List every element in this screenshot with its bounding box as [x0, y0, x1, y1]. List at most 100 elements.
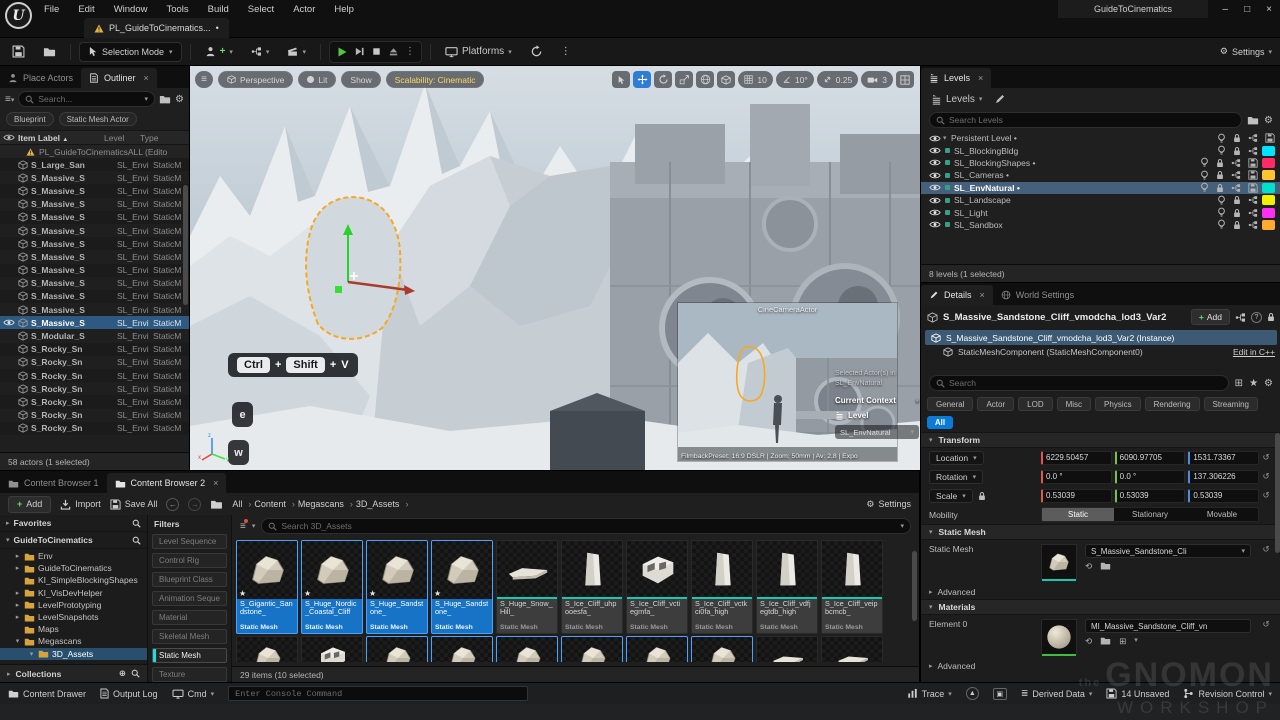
save-level-icon[interactable] [1248, 183, 1258, 193]
add-asset-button[interactable]: +Add [8, 496, 51, 513]
scale-dropdown[interactable]: Scale▾ [929, 489, 973, 503]
rotation-x-field[interactable]: 0.0 ° [1041, 470, 1112, 484]
menu-item[interactable]: Help [334, 4, 354, 15]
maximize-viewport-icon[interactable] [896, 71, 914, 88]
mobility-option[interactable]: Movable [1186, 508, 1258, 521]
level-color-chip[interactable] [1262, 170, 1275, 180]
edit-level-pencil-icon[interactable] [994, 93, 1006, 105]
level-row[interactable]: ▾ SL_BlockingShapes • [921, 157, 1280, 169]
lighting-bulb-icon[interactable] [1200, 157, 1209, 168]
blueprint-icon[interactable] [1248, 220, 1258, 230]
outliner-actor-row[interactable]: S_Massive_S SL_Envi StaticM [0, 250, 189, 263]
reset-static-mesh-icon[interactable]: ↺ [1259, 544, 1273, 580]
blueprint-icon[interactable] [1248, 133, 1258, 143]
filter-pill[interactable]: Texture [152, 667, 227, 682]
expand-caret-icon[interactable]: ▸ [14, 613, 21, 621]
category-chip[interactable]: Actor [977, 397, 1014, 411]
filter-pill[interactable]: Animation Seque [152, 591, 227, 606]
rotation-dropdown[interactable]: Rotation▾ [929, 470, 983, 484]
lighting-bulb-icon[interactable] [1200, 170, 1209, 181]
levels-settings-gear-icon[interactable]: ⚙ [1264, 115, 1273, 126]
level-row[interactable]: ▾ Persistent Level • [921, 132, 1280, 144]
column-item-label[interactable]: Item Label ▲ [18, 133, 104, 143]
menu-item[interactable]: Edit [78, 4, 94, 15]
tab-content-browser-2[interactable]: Content Browser 2 × [107, 473, 227, 493]
tab-world-settings[interactable]: World Settings [993, 285, 1082, 305]
save-level-icon[interactable] [1248, 170, 1258, 180]
level-viewport[interactable]: ≡ Perspective Lit Show Scalability: Cine… [190, 66, 920, 470]
eye-icon[interactable] [927, 196, 943, 205]
outliner-root-row[interactable]: PL_GuideToCinematicsALL (Edito [0, 145, 189, 158]
static-mesh-asset-dropdown[interactable]: S_Massive_Sandstone_Cli▾ [1085, 544, 1251, 558]
menu-item[interactable]: Actor [293, 4, 315, 15]
lighting-bulb-icon[interactable] [1217, 145, 1226, 156]
expand-caret-icon[interactable]: ▸ [14, 552, 21, 560]
eye-icon[interactable] [927, 146, 943, 155]
blueprints-dropdown[interactable]: ▾ [245, 42, 276, 62]
filter-pill[interactable]: Skeletal Mesh [152, 629, 227, 644]
eject-button[interactable] [388, 46, 399, 57]
outliner-actor-row[interactable]: S_Massive_S SL_Envi StaticM [0, 198, 189, 211]
play-button[interactable] [336, 46, 348, 58]
snapshot-status-icon[interactable]: ▣ [993, 688, 1007, 700]
outliner-actor-row[interactable]: S_Massive_S SL_Envi StaticM [0, 224, 189, 237]
add-collection-icon[interactable]: ⊕ [119, 668, 126, 679]
transform-section-header[interactable]: ▾Transform [921, 432, 1280, 448]
tab-content-browser-1[interactable]: Content Browser 1 [0, 473, 107, 493]
asset-tile[interactable]: ★ S_Ice_Cliff_veipbcmcb_ Static Mesh [821, 540, 883, 634]
filter-pill[interactable]: Control Rig [152, 553, 227, 568]
selection-mode-dropdown[interactable]: Selection Mode ▾ [79, 42, 182, 62]
menu-item[interactable]: Window [114, 4, 148, 15]
details-scrollbar[interactable] [1275, 433, 1280, 553]
grid-snap-toggle[interactable]: 10 [738, 71, 772, 88]
move-tool-icon[interactable] [633, 71, 651, 88]
outliner-actor-row[interactable]: S_Massive_S SL_Envi StaticM [0, 171, 189, 184]
location-y-field[interactable]: 6090.97705 [1115, 451, 1186, 465]
outliner-scrollbar[interactable] [183, 185, 188, 305]
materials-advanced-row[interactable]: ▸Advanced [921, 659, 1280, 672]
lock-icon[interactable] [1233, 195, 1241, 205]
breadcrumb-item[interactable]: Content [254, 499, 295, 509]
asset-tile[interactable]: ★ S_Ice_Cliff_vctkci0fa_high Static Mesh [691, 540, 753, 634]
close-icon[interactable]: × [213, 478, 218, 488]
category-chip[interactable]: LOD [1018, 397, 1052, 411]
reset-location-icon[interactable]: ↺ [1259, 452, 1273, 463]
lit-dropdown[interactable]: Lit [298, 71, 336, 88]
asset-tile[interactable]: ★ S_Huge_Sandstone_ Static Mesh [431, 540, 493, 634]
outliner-actor-row[interactable]: S_Massive_S SL_Envi StaticM [0, 290, 189, 303]
blueprint-icon[interactable] [1231, 158, 1241, 168]
expand-caret-icon[interactable]: ▸ [14, 601, 21, 609]
blueprint-icon[interactable] [1248, 195, 1258, 205]
source-control-icon[interactable] [37, 42, 62, 62]
static-mesh-section-header[interactable]: ▾Static Mesh [921, 524, 1280, 540]
browse-to-asset-icon[interactable] [1100, 636, 1111, 647]
lock-icon[interactable] [1233, 133, 1241, 143]
outliner-actor-row[interactable]: S_Large_San SL_Envi StaticM [0, 158, 189, 171]
grid-snap-value[interactable]: 10 [757, 75, 766, 85]
outliner-actor-row[interactable]: S_Rocky_Sn SL_Envi StaticM [0, 369, 189, 382]
scale-x-field[interactable]: 0.53039 [1041, 489, 1112, 503]
editor-settings-dropdown[interactable]: ⚙ Settings ▾ [1220, 46, 1272, 57]
output-log-button[interactable]: Output Log [100, 688, 158, 699]
outliner-actor-row[interactable]: S_Massive_S SL_Envi StaticM [0, 316, 189, 329]
details-search-input[interactable]: Search [929, 375, 1229, 391]
scale-y-field[interactable]: 0.53039 [1115, 489, 1186, 503]
minimize-button[interactable]: – [1223, 4, 1229, 15]
outliner-actor-row[interactable]: S_Rocky_Sn SL_Envi StaticM [0, 343, 189, 356]
save-level-icon[interactable] [1248, 158, 1258, 168]
save-button[interactable] [6, 42, 31, 62]
asset-tile[interactable] [301, 636, 363, 662]
eye-icon[interactable] [927, 220, 943, 229]
expand-caret-icon[interactable]: ▾ [14, 637, 21, 645]
viewport-options-menu-icon[interactable]: ≡ [195, 71, 213, 88]
category-chip[interactable]: Misc [1057, 397, 1091, 411]
collections-bar[interactable]: ▸Collections ⊕ [0, 664, 147, 682]
outliner-actor-row[interactable]: S_Rocky_Sn SL_Envi StaticM [0, 382, 189, 395]
show-dropdown[interactable]: Show [341, 71, 380, 88]
levels-dropdown[interactable]: Levels ▾ [929, 91, 984, 107]
expand-caret-icon[interactable]: ▾ [28, 650, 35, 658]
camera-speed-value[interactable]: 3 [882, 75, 887, 85]
breadcrumb-item-current[interactable]: 3D_Assets [356, 499, 409, 509]
asset-tile[interactable]: ★ S_Ice_Cliff_uhpooesfa_ Static Mesh [561, 540, 623, 634]
folder-tree-item[interactable]: Maps [0, 623, 147, 635]
